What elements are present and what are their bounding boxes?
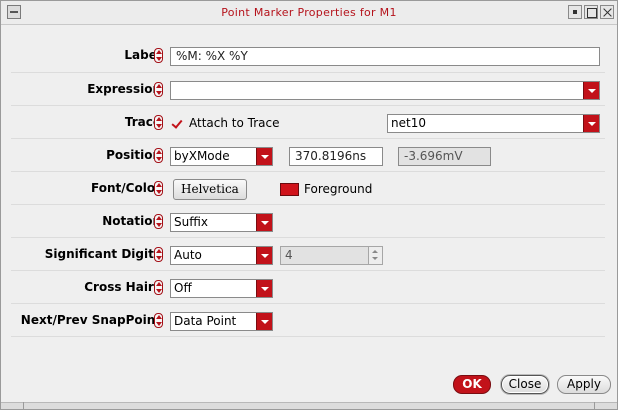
chevron-down-icon[interactable] <box>256 313 272 330</box>
significant-digits-field-label: Significant Digits <box>44 247 161 261</box>
significant-digits-count: 4 <box>285 248 293 262</box>
maximize-icon[interactable] <box>584 5 598 19</box>
chevron-down-icon[interactable] <box>583 115 599 132</box>
row-cross-hairs: Cross Hairs Off <box>11 271 605 304</box>
trace-hint-icon[interactable] <box>154 115 163 130</box>
notation-field-label: Notation <box>102 214 161 228</box>
chevron-down-icon[interactable] <box>256 214 272 231</box>
notation-value: Suffix <box>174 215 208 229</box>
notation-select[interactable]: Suffix <box>170 213 273 232</box>
chevron-down-icon[interactable] <box>256 148 272 165</box>
title-bar[interactable]: Point Marker Properties for M1 <box>1 1 617 25</box>
expression-hint-icon[interactable] <box>154 82 163 97</box>
significant-digits-spinbox: 4 <box>280 246 383 265</box>
snap-point-select[interactable]: Data Point <box>170 312 273 331</box>
trace-select[interactable]: net10 <box>387 114 600 133</box>
row-position: Position byXMode 370.8196ns -3.696mV <box>11 139 605 172</box>
row-notation: Notation Suffix <box>11 205 605 238</box>
color-label: Foreground <box>304 182 373 196</box>
row-label: Label %M: %X %Y <box>11 40 605 73</box>
snap-point-field-label: Next/Prev SnapPoint <box>20 313 161 327</box>
cross-hairs-hint-icon[interactable] <box>154 280 163 295</box>
position-y-readout: -3.696mV <box>398 147 491 166</box>
expression-combo[interactable] <box>170 81 600 100</box>
significant-digits-value: Auto <box>174 248 202 262</box>
chevron-down-icon[interactable] <box>583 82 599 99</box>
attach-to-trace-label: Attach to Trace <box>189 116 280 130</box>
resize-grip-left[interactable] <box>23 402 24 409</box>
cross-hairs-select[interactable]: Off <box>170 279 273 298</box>
window-controls <box>568 5 614 19</box>
cross-hairs-value: Off <box>174 281 192 295</box>
chevron-down-icon[interactable] <box>256 280 272 297</box>
attach-to-trace-checkbox[interactable] <box>172 117 185 130</box>
position-mode-select[interactable]: byXMode <box>170 147 273 166</box>
row-snap-point: Next/Prev SnapPoint Data Point <box>11 304 605 337</box>
significant-digits-select[interactable]: Auto <box>170 246 273 265</box>
chevron-down-icon[interactable] <box>256 247 272 264</box>
font-color-field-label: Font/Color <box>91 181 161 195</box>
resize-border[interactable] <box>1 402 617 409</box>
minimize-icon[interactable] <box>568 5 582 19</box>
row-trace: Trace Attach to Trace net10 <box>11 106 605 139</box>
snap-point-hint-icon[interactable] <box>154 313 163 328</box>
row-expression: Expression <box>11 73 605 106</box>
close-button[interactable]: Close <box>501 375 549 394</box>
row-font-color: Font/Color Helvetica Foreground <box>11 172 605 205</box>
position-field-label: Position <box>106 148 161 162</box>
position-mode-value: byXMode <box>174 149 230 163</box>
snap-point-value: Data Point <box>174 314 237 328</box>
apply-button[interactable]: Apply <box>557 375 611 394</box>
expression-field-label: Expression <box>87 82 161 96</box>
close-icon[interactable] <box>600 5 614 19</box>
spin-arrows-icon <box>368 247 382 264</box>
position-hint-icon[interactable] <box>154 148 163 163</box>
dialog-window: Point Marker Properties for M1 Label %M:… <box>0 0 618 410</box>
label-input[interactable]: %M: %X %Y <box>170 47 600 66</box>
cross-hairs-field-label: Cross Hairs <box>84 280 161 294</box>
notation-hint-icon[interactable] <box>154 214 163 229</box>
color-swatch[interactable] <box>280 183 299 196</box>
significant-digits-hint-icon[interactable] <box>154 247 163 262</box>
trace-select-value: net10 <box>391 116 426 130</box>
resize-grip-right[interactable] <box>594 402 595 409</box>
row-significant-digits: Significant Digits Auto 4 <box>11 238 605 271</box>
window-title: Point Marker Properties for M1 <box>221 6 397 19</box>
position-x-input[interactable]: 370.8196ns <box>289 147 383 166</box>
font-button[interactable]: Helvetica <box>173 179 247 200</box>
font-color-hint-icon[interactable] <box>154 181 163 196</box>
ok-button[interactable]: OK <box>453 375 491 394</box>
label-hint-icon[interactable] <box>154 48 163 63</box>
